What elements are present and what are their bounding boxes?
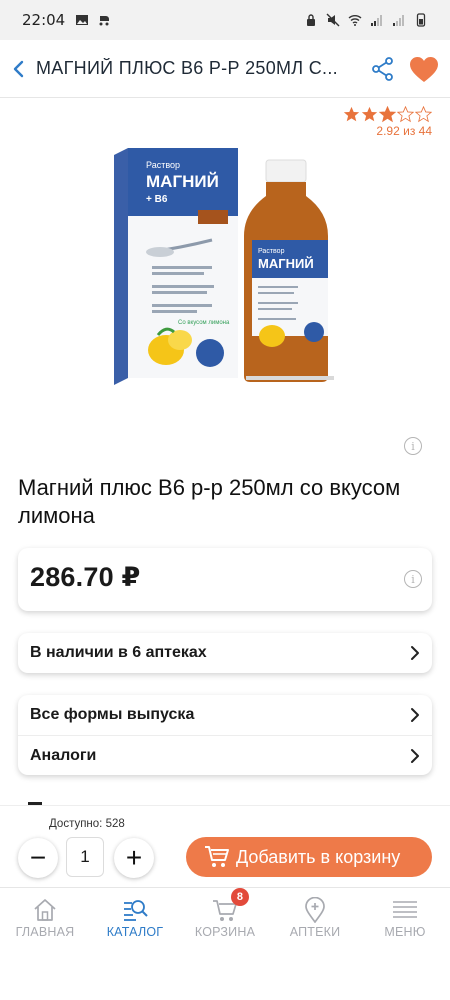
stroller-icon xyxy=(99,16,110,26)
star-empty-icon xyxy=(415,106,432,123)
back-button[interactable] xyxy=(2,40,36,98)
links-card: Все формы выпуска Аналоги xyxy=(18,695,432,775)
catalog-search-icon xyxy=(124,900,148,921)
status-time: 22:04 xyxy=(22,11,66,29)
price-card: 286.70 ₽ i xyxy=(18,548,432,611)
rating-block[interactable]: 2.92 из 44 xyxy=(343,106,432,138)
quantity-input[interactable]: 1 xyxy=(66,837,104,877)
star-partial-icon xyxy=(379,106,396,123)
star-filled-icon xyxy=(361,106,378,122)
star-empty-icon xyxy=(397,106,414,123)
rating-stars xyxy=(343,106,432,123)
nav-item-pharmacies[interactable]: АПТЕКИ xyxy=(270,888,360,947)
menu-icon xyxy=(393,901,417,918)
nav-item-menu[interactable]: МЕНЮ xyxy=(360,888,450,947)
mute-icon xyxy=(326,13,340,27)
nav-item-cart[interactable]: 8 КОРЗИНА xyxy=(180,888,270,947)
cart-badge: 8 xyxy=(231,888,249,906)
product-image[interactable]: Раствор МАГНИЙ + В6 Со вкусом лимона Рас… xyxy=(70,140,390,400)
page-title: МАГНИЙ ПЛЮС В6 Р-Р 250МЛ С... xyxy=(36,58,338,78)
box-name: МАГНИЙ xyxy=(146,172,219,191)
star-filled-icon xyxy=(343,106,360,122)
nav-label-cart: КОРЗИНА xyxy=(194,925,256,939)
all-forms-label: Все формы выпуска xyxy=(30,706,195,723)
cart-icon xyxy=(205,846,229,867)
increase-quantity-button[interactable]: + xyxy=(114,838,154,878)
image-info-icon[interactable]: i xyxy=(404,437,422,455)
home-icon xyxy=(34,899,56,921)
battery-icon xyxy=(416,13,426,27)
location-pin-icon xyxy=(305,897,325,923)
signal-icon xyxy=(371,15,382,26)
all-forms-row[interactable]: Все формы выпуска xyxy=(18,695,432,735)
add-to-cart-button[interactable]: Добавить в корзину xyxy=(186,837,432,877)
back-arrow-icon xyxy=(13,60,24,77)
purchase-bar: Доступно: 528 − 1 + Добавить в корзину xyxy=(0,805,450,887)
box-sub: + В6 xyxy=(146,194,168,205)
lock-icon xyxy=(307,14,315,26)
chevron-right-icon xyxy=(411,646,419,660)
top-app-bar: МАГНИЙ ПЛЮС В6 Р-Р 250МЛ С... xyxy=(0,40,450,98)
nav-label-catalog: КАТАЛОГ xyxy=(106,925,164,939)
price-value: 286.70 ₽ xyxy=(30,562,141,592)
share-icon[interactable] xyxy=(370,56,396,82)
system-navigation-area xyxy=(0,947,450,1000)
availability-label: В наличии в 6 аптеках xyxy=(30,644,207,661)
gallery-icon xyxy=(76,15,89,25)
bottom-navigation: ГЛАВНАЯ КАТАЛОГ 8 КОРЗИНА АПТЕКИ МЕНЮ xyxy=(0,887,450,947)
chevron-right-icon xyxy=(411,749,419,763)
svg-text:МАГНИЙ: МАГНИЙ xyxy=(258,256,314,271)
add-to-cart-label: Добавить в корзину xyxy=(236,846,401,867)
analogs-label: Аналоги xyxy=(30,746,97,764)
nav-label-menu: МЕНЮ xyxy=(384,925,426,939)
price-info-icon[interactable]: i xyxy=(404,570,422,588)
decrease-quantity-button[interactable]: − xyxy=(18,838,58,878)
nav-item-catalog[interactable]: КАТАЛОГ xyxy=(90,888,180,947)
analogs-row[interactable]: Аналоги xyxy=(18,735,432,775)
box-flavor: Со вкусом лимона xyxy=(178,320,230,326)
status-bar: 22:04 xyxy=(0,0,450,40)
box-type-label: Раствор xyxy=(146,160,180,170)
nav-label-pharmacies: АПТЕКИ xyxy=(289,925,341,939)
availability-row[interactable]: В наличии в 6 аптеках xyxy=(18,633,432,673)
availability-card[interactable]: В наличии в 6 аптеках xyxy=(18,633,432,673)
chevron-right-icon xyxy=(411,708,419,722)
stock-text: Доступно: 528 xyxy=(49,818,125,830)
heart-icon[interactable] xyxy=(409,56,439,84)
rating-text: 2.92 из 44 xyxy=(376,124,432,138)
signal-icon-2 xyxy=(393,15,404,26)
product-title: Магний плюс В6 р-р 250мл со вкусом лимон… xyxy=(18,475,401,528)
nav-label-home: ГЛАВНАЯ xyxy=(15,925,75,939)
wifi-icon xyxy=(348,15,362,26)
nav-item-home[interactable]: ГЛАВНАЯ xyxy=(0,888,90,947)
svg-text:Раствор: Раствор xyxy=(258,248,285,255)
